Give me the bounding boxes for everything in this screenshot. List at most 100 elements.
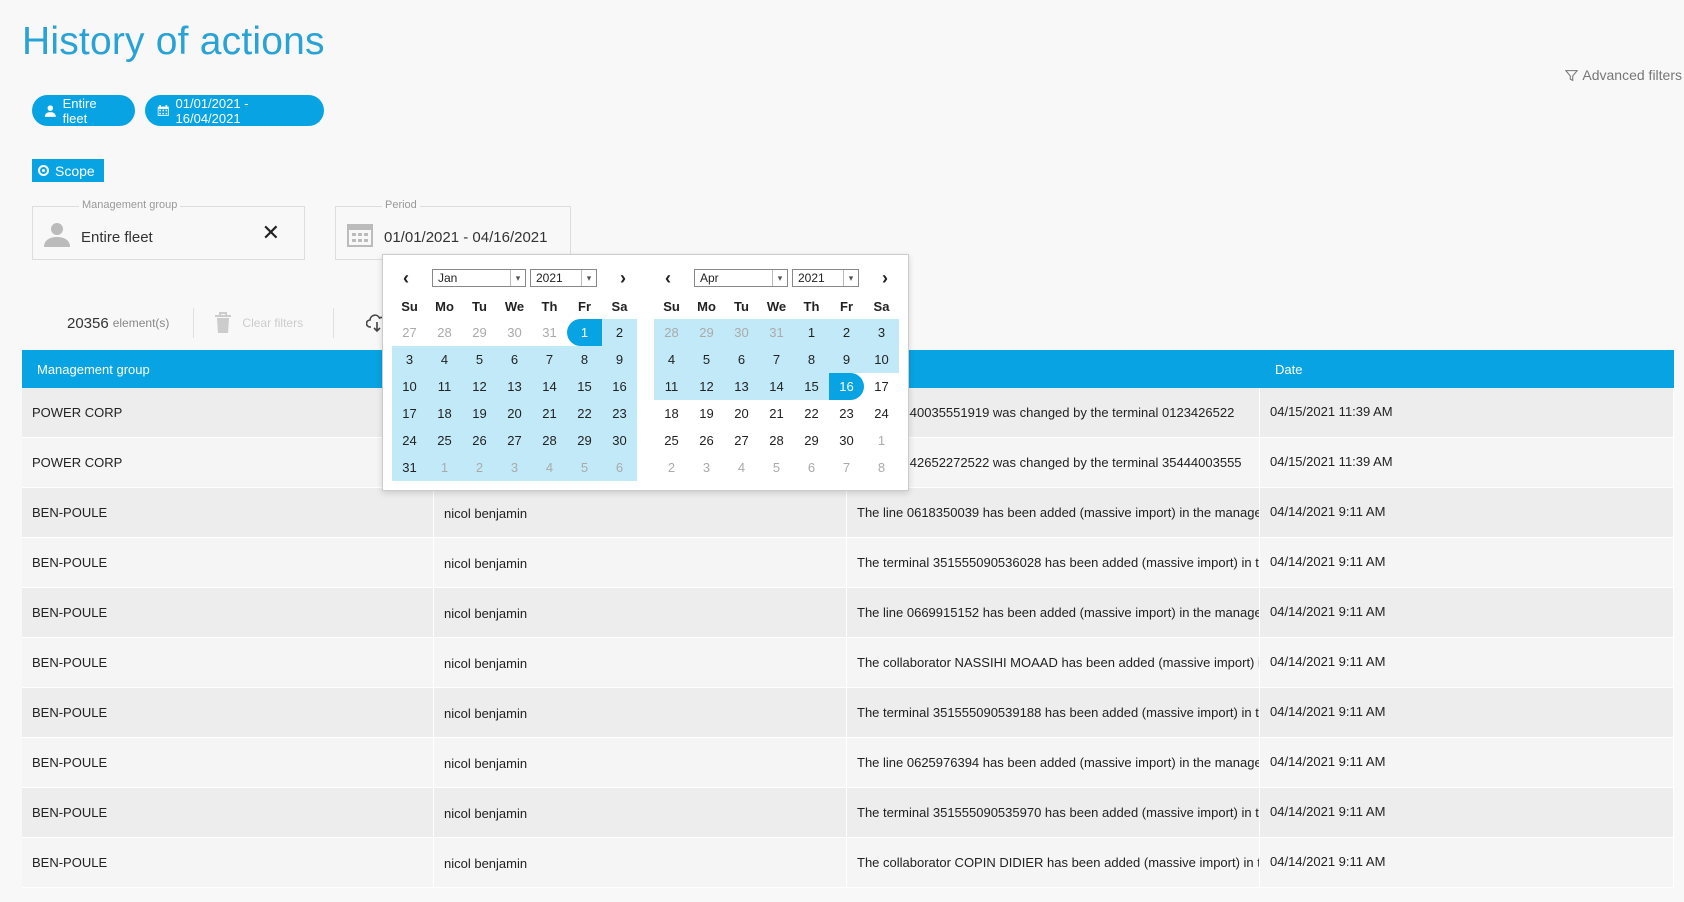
calendar-day[interactable]: 18 <box>427 400 462 427</box>
calendar-day[interactable]: 15 <box>567 373 602 400</box>
prev-month-icon[interactable]: ‹ <box>398 269 414 287</box>
calendar-day[interactable]: 27 <box>724 427 759 454</box>
calendar-day[interactable]: 8 <box>864 454 899 481</box>
calendar-day[interactable]: 30 <box>724 319 759 346</box>
calendar-day[interactable]: 28 <box>654 319 689 346</box>
calendar-day[interactable]: 16 <box>829 373 864 400</box>
table-row[interactable]: BEN-POULE nicol benjamin The line 06183500… <box>22 488 1674 538</box>
calendar-day[interactable]: 7 <box>532 346 567 373</box>
calendar-day[interactable]: 3 <box>864 319 899 346</box>
calendar-day[interactable]: 29 <box>794 427 829 454</box>
calendar-day[interactable]: 17 <box>392 400 427 427</box>
calendar-day[interactable]: 11 <box>654 373 689 400</box>
calendar-day[interactable]: 29 <box>462 319 497 346</box>
calendar-day[interactable]: 3 <box>392 346 427 373</box>
calendar-day[interactable]: 14 <box>532 373 567 400</box>
calendar-day[interactable]: 7 <box>829 454 864 481</box>
calendar-day[interactable]: 27 <box>497 427 532 454</box>
table-row[interactable]: BEN-POULE nicol benjamin The terminal 3515… <box>22 788 1674 838</box>
month-select-end[interactable]: Apr ▾ <box>694 269 788 287</box>
calendar-day[interactable]: 4 <box>427 346 462 373</box>
calendar-day[interactable]: 3 <box>497 454 532 481</box>
next-month-icon[interactable]: › <box>615 269 631 287</box>
calendar-day[interactable]: 25 <box>654 427 689 454</box>
period-field[interactable]: Period 01/01/2021 - 04/16/2021 <box>335 199 571 260</box>
table-row[interactable]: BEN-POULE nicol benjamin The terminal 3515… <box>22 688 1674 738</box>
calendar-day[interactable]: 6 <box>794 454 829 481</box>
calendar-day[interactable]: 12 <box>689 373 724 400</box>
calendar-day[interactable]: 28 <box>427 319 462 346</box>
calendar-day[interactable]: 3 <box>689 454 724 481</box>
calendar-day[interactable]: 8 <box>567 346 602 373</box>
calendar-day[interactable]: 11 <box>427 373 462 400</box>
calendar-day[interactable]: 6 <box>602 454 637 481</box>
calendar-day[interactable]: 5 <box>689 346 724 373</box>
clear-filters-button[interactable]: Clear filters <box>214 312 303 334</box>
calendar-day[interactable]: 31 <box>392 454 427 481</box>
calendar-day[interactable]: 30 <box>829 427 864 454</box>
calendar-day[interactable]: 8 <box>794 346 829 373</box>
calendar-day[interactable]: 24 <box>392 427 427 454</box>
advanced-filters-link[interactable]: Advanced filters <box>1565 67 1682 83</box>
calendar-day[interactable]: 4 <box>654 346 689 373</box>
calendar-day[interactable]: 13 <box>724 373 759 400</box>
calendar-day[interactable]: 20 <box>724 400 759 427</box>
calendar-day[interactable]: 2 <box>829 319 864 346</box>
table-row[interactable]: BEN-POULE nicol benjamin The terminal 3515… <box>22 538 1674 588</box>
calendar-day[interactable]: 25 <box>427 427 462 454</box>
calendar-day[interactable]: 5 <box>567 454 602 481</box>
calendar-day[interactable]: 31 <box>532 319 567 346</box>
calendar-day[interactable]: 28 <box>759 427 794 454</box>
header-date[interactable]: Date <box>1260 350 1674 388</box>
calendar-day[interactable]: 27 <box>392 319 427 346</box>
table-row[interactable]: BEN-POULE nicol benjamin The collaborator … <box>22 838 1674 888</box>
calendar-day[interactable]: 6 <box>724 346 759 373</box>
calendar-day[interactable]: 2 <box>462 454 497 481</box>
table-row[interactable]: BEN-POULE nicol benjamin The line 06699151… <box>22 588 1674 638</box>
calendar-day[interactable]: 24 <box>864 400 899 427</box>
calendar-day[interactable]: 4 <box>532 454 567 481</box>
calendar-day[interactable]: 18 <box>654 400 689 427</box>
calendar-day[interactable]: 1 <box>427 454 462 481</box>
calendar-day[interactable]: 19 <box>462 400 497 427</box>
calendar-day[interactable]: 21 <box>532 400 567 427</box>
calendar-day[interactable]: 2 <box>654 454 689 481</box>
calendar-day[interactable]: 13 <box>497 373 532 400</box>
calendar-day[interactable]: 9 <box>829 346 864 373</box>
date-range-chip[interactable]: 01/01/2021 - 16/04/2021 <box>145 95 324 126</box>
calendar-day[interactable]: 23 <box>602 400 637 427</box>
calendar-day[interactable]: 26 <box>462 427 497 454</box>
clear-management-group-icon[interactable]: ✕ <box>262 222 280 244</box>
calendar-day[interactable]: 30 <box>497 319 532 346</box>
calendar-day[interactable]: 10 <box>392 373 427 400</box>
calendar-day[interactable]: 22 <box>567 400 602 427</box>
calendar-day[interactable]: 14 <box>759 373 794 400</box>
calendar-day[interactable]: 7 <box>759 346 794 373</box>
header-management-group[interactable]: Management group <box>22 350 434 388</box>
calendar-day[interactable]: 1 <box>864 427 899 454</box>
calendar-day[interactable]: 1 <box>794 319 829 346</box>
calendar-day[interactable]: 5 <box>759 454 794 481</box>
calendar-day[interactable]: 2 <box>602 319 637 346</box>
calendar-day[interactable]: 20 <box>497 400 532 427</box>
calendar-day[interactable]: 31 <box>759 319 794 346</box>
calendar-day[interactable]: 9 <box>602 346 637 373</box>
calendar-day[interactable]: 4 <box>724 454 759 481</box>
table-row[interactable]: BEN-POULE nicol benjamin The collaborator … <box>22 638 1674 688</box>
table-row[interactable]: BEN-POULE nicol benjamin The line 06259763… <box>22 738 1674 788</box>
calendar-day[interactable]: 26 <box>689 427 724 454</box>
next-month-icon[interactable]: › <box>877 269 893 287</box>
calendar-day[interactable]: 16 <box>602 373 637 400</box>
year-select-start[interactable]: 2021 ▾ <box>530 269 597 287</box>
calendar-day[interactable]: 19 <box>689 400 724 427</box>
fleet-chip[interactable]: Entire fleet <box>32 95 135 126</box>
calendar-day[interactable]: 5 <box>462 346 497 373</box>
calendar-day[interactable]: 10 <box>864 346 899 373</box>
calendar-day[interactable]: 28 <box>532 427 567 454</box>
calendar-day[interactable]: 29 <box>567 427 602 454</box>
calendar-day[interactable]: 22 <box>794 400 829 427</box>
calendar-day[interactable]: 1 <box>567 319 602 346</box>
year-select-end[interactable]: 2021 ▾ <box>792 269 859 287</box>
calendar-day[interactable]: 6 <box>497 346 532 373</box>
management-group-field[interactable]: Management group Entire fleet ✕ <box>32 199 305 260</box>
